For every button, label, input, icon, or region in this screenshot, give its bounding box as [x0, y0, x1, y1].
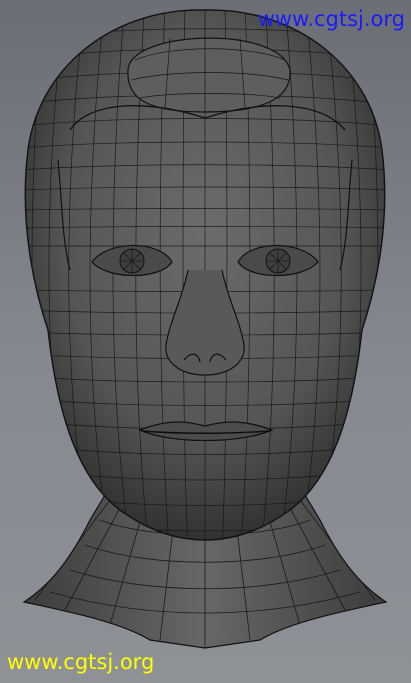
hair-top-lobe	[127, 37, 291, 113]
viewport[interactable]: www.cgtsj.org www.cgtsj.org	[0, 0, 411, 683]
watermark-bottom: www.cgtsj.org	[7, 650, 155, 674]
watermark-top: www.cgtsj.org	[257, 7, 405, 31]
head-mesh	[24, 9, 386, 541]
head-mesh-model	[22, 9, 388, 649]
